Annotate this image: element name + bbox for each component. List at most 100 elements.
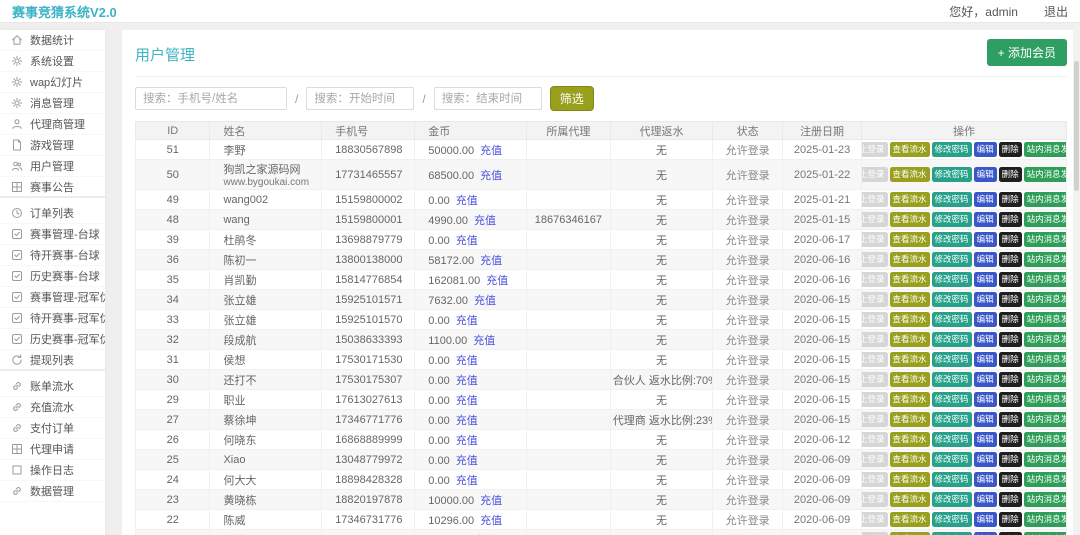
recharge-link[interactable]: 充值 — [480, 170, 502, 182]
recharge-link[interactable]: 充值 — [480, 515, 502, 527]
view-flow-button[interactable]: 查看流水 — [890, 232, 930, 246]
edit-button[interactable]: 编辑 — [974, 252, 997, 266]
sidebar-item[interactable]: 消息管理 — [0, 93, 105, 114]
recharge-link[interactable]: 充值 — [456, 455, 478, 467]
edit-button[interactable]: 编辑 — [974, 512, 997, 526]
delete-button[interactable]: 删除 — [999, 472, 1022, 486]
recharge-link[interactable]: 充值 — [480, 495, 502, 507]
site-message-button[interactable]: 站内消息发送 — [1024, 352, 1067, 366]
search-phone-name-input[interactable] — [135, 87, 287, 110]
sidebar-item[interactable]: 用户管理 — [0, 156, 105, 177]
delete-button[interactable]: 删除 — [999, 167, 1022, 181]
delete-button[interactable]: 删除 — [999, 272, 1022, 286]
scrollbar-thumb[interactable] — [1074, 61, 1079, 191]
delete-button[interactable]: 删除 — [999, 512, 1022, 526]
delete-button[interactable]: 删除 — [999, 452, 1022, 466]
site-message-button[interactable]: 站内消息发送 — [1024, 142, 1067, 156]
ban-login-button[interactable]: 禁止登录 — [862, 292, 888, 306]
delete-button[interactable]: 删除 — [999, 292, 1022, 306]
delete-button[interactable]: 删除 — [999, 372, 1022, 386]
view-flow-button[interactable]: 查看流水 — [890, 292, 930, 306]
ban-login-button[interactable]: 禁止登录 — [862, 272, 888, 286]
sidebar-item[interactable]: 支付订单 — [0, 418, 105, 439]
view-flow-button[interactable]: 查看流水 — [890, 512, 930, 526]
ban-login-button[interactable]: 禁止登录 — [862, 512, 888, 526]
sidebar-item[interactable]: 赛事管理-冠军优胜猜 — [0, 287, 105, 308]
site-message-button[interactable]: 站内消息发送 — [1024, 312, 1067, 326]
search-end-time-input[interactable] — [434, 87, 542, 110]
recharge-link[interactable]: 充值 — [486, 275, 508, 287]
delete-button[interactable]: 删除 — [999, 232, 1022, 246]
change-password-button[interactable]: 修改密码 — [932, 292, 972, 306]
edit-button[interactable]: 编辑 — [974, 272, 997, 286]
ban-login-button[interactable]: 禁止登录 — [862, 372, 888, 386]
sidebar-item[interactable]: 待开赛事-冠军优胜猜 — [0, 308, 105, 329]
recharge-link[interactable]: 充值 — [456, 195, 478, 207]
ban-login-button[interactable]: 禁止登录 — [862, 452, 888, 466]
site-message-button[interactable]: 站内消息发送 — [1024, 392, 1067, 406]
delete-button[interactable]: 删除 — [999, 412, 1022, 426]
recharge-link[interactable]: 充值 — [456, 315, 478, 327]
sidebar-item[interactable]: 代理商管理 — [0, 114, 105, 135]
view-flow-button[interactable]: 查看流水 — [890, 432, 930, 446]
ban-login-button[interactable]: 禁止登录 — [862, 492, 888, 506]
edit-button[interactable]: 编辑 — [974, 432, 997, 446]
change-password-button[interactable]: 修改密码 — [932, 472, 972, 486]
site-message-button[interactable]: 站内消息发送 — [1024, 332, 1067, 346]
ban-login-button[interactable]: 禁止登录 — [862, 412, 888, 426]
ban-login-button[interactable]: 禁止登录 — [862, 352, 888, 366]
recharge-link[interactable]: 充值 — [456, 375, 478, 387]
sidebar-item[interactable]: 操作日志 — [0, 460, 105, 481]
site-message-button[interactable]: 站内消息发送 — [1024, 167, 1067, 181]
change-password-button[interactable]: 修改密码 — [932, 352, 972, 366]
view-flow-button[interactable]: 查看流水 — [890, 212, 930, 226]
change-password-button[interactable]: 修改密码 — [932, 272, 972, 286]
recharge-link[interactable]: 充值 — [456, 475, 478, 487]
recharge-link[interactable]: 充值 — [456, 235, 478, 247]
ban-login-button[interactable]: 禁止登录 — [862, 192, 888, 206]
view-flow-button[interactable]: 查看流水 — [890, 492, 930, 506]
view-flow-button[interactable]: 查看流水 — [890, 192, 930, 206]
sidebar-item[interactable]: 充值流水 — [0, 397, 105, 418]
filter-button[interactable]: 筛选 — [550, 86, 594, 111]
change-password-button[interactable]: 修改密码 — [932, 312, 972, 326]
site-message-button[interactable]: 站内消息发送 — [1024, 492, 1067, 506]
sidebar-item[interactable]: 数据管理 — [0, 481, 105, 502]
delete-button[interactable]: 删除 — [999, 392, 1022, 406]
ban-login-button[interactable]: 禁止登录 — [862, 212, 888, 226]
sidebar-item[interactable]: wap幻灯片 — [0, 72, 105, 93]
view-flow-button[interactable]: 查看流水 — [890, 412, 930, 426]
sidebar-item[interactable]: 赛事管理-台球 — [0, 224, 105, 245]
site-message-button[interactable]: 站内消息发送 — [1024, 232, 1067, 246]
ban-login-button[interactable]: 禁止登录 — [862, 432, 888, 446]
view-flow-button[interactable]: 查看流水 — [890, 252, 930, 266]
change-password-button[interactable]: 修改密码 — [932, 432, 972, 446]
edit-button[interactable]: 编辑 — [974, 292, 997, 306]
site-message-button[interactable]: 站内消息发送 — [1024, 512, 1067, 526]
logout-link[interactable]: 退出 — [1044, 3, 1068, 20]
site-message-button[interactable]: 站内消息发送 — [1024, 412, 1067, 426]
recharge-link[interactable]: 充值 — [480, 145, 502, 157]
site-message-button[interactable]: 站内消息发送 — [1024, 452, 1067, 466]
sidebar-item[interactable]: 游戏管理 — [0, 135, 105, 156]
edit-button[interactable]: 编辑 — [974, 372, 997, 386]
site-message-button[interactable]: 站内消息发送 — [1024, 372, 1067, 386]
view-flow-button[interactable]: 查看流水 — [890, 352, 930, 366]
view-flow-button[interactable]: 查看流水 — [890, 392, 930, 406]
change-password-button[interactable]: 修改密码 — [932, 492, 972, 506]
recharge-link[interactable]: 充值 — [480, 255, 502, 267]
view-flow-button[interactable]: 查看流水 — [890, 372, 930, 386]
edit-button[interactable]: 编辑 — [974, 192, 997, 206]
delete-button[interactable]: 删除 — [999, 252, 1022, 266]
change-password-button[interactable]: 修改密码 — [932, 252, 972, 266]
edit-button[interactable]: 编辑 — [974, 232, 997, 246]
sidebar-item[interactable]: 历史赛事-台球 — [0, 266, 105, 287]
change-password-button[interactable]: 修改密码 — [932, 192, 972, 206]
search-start-time-input[interactable] — [306, 87, 414, 110]
edit-button[interactable]: 编辑 — [974, 392, 997, 406]
recharge-link[interactable]: 充值 — [456, 395, 478, 407]
sidebar-item[interactable]: 提现列表 — [0, 350, 105, 371]
view-flow-button[interactable]: 查看流水 — [890, 312, 930, 326]
delete-button[interactable]: 删除 — [999, 492, 1022, 506]
site-message-button[interactable]: 站内消息发送 — [1024, 252, 1067, 266]
